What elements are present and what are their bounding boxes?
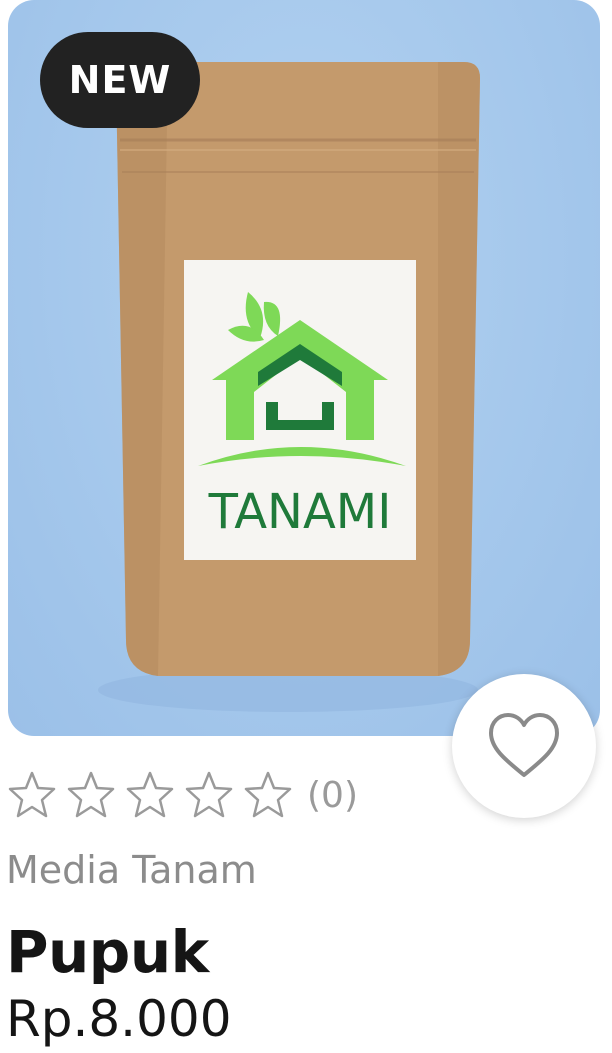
product-card[interactable]: TANAMI NEW (0) Media Tanam Pupuk Rp.8.00… — [0, 0, 612, 1053]
star-outline-icon — [8, 771, 56, 818]
star-outline-icon — [126, 771, 174, 818]
review-count: (0) — [307, 774, 358, 816]
star-outline-icon — [185, 771, 233, 818]
brand-label-text: TANAMI — [208, 484, 392, 540]
star-outline-icon — [67, 771, 115, 818]
rating: (0) — [6, 768, 358, 822]
product-name[interactable]: Pupuk — [6, 918, 209, 986]
new-badge: NEW — [40, 32, 200, 128]
wishlist-button[interactable] — [452, 674, 596, 818]
heart-outline-icon — [489, 713, 559, 777]
product-category: Media Tanam — [6, 848, 257, 892]
product-price: Rp.8.000 — [6, 990, 232, 1048]
star-outline-icon — [244, 771, 292, 818]
